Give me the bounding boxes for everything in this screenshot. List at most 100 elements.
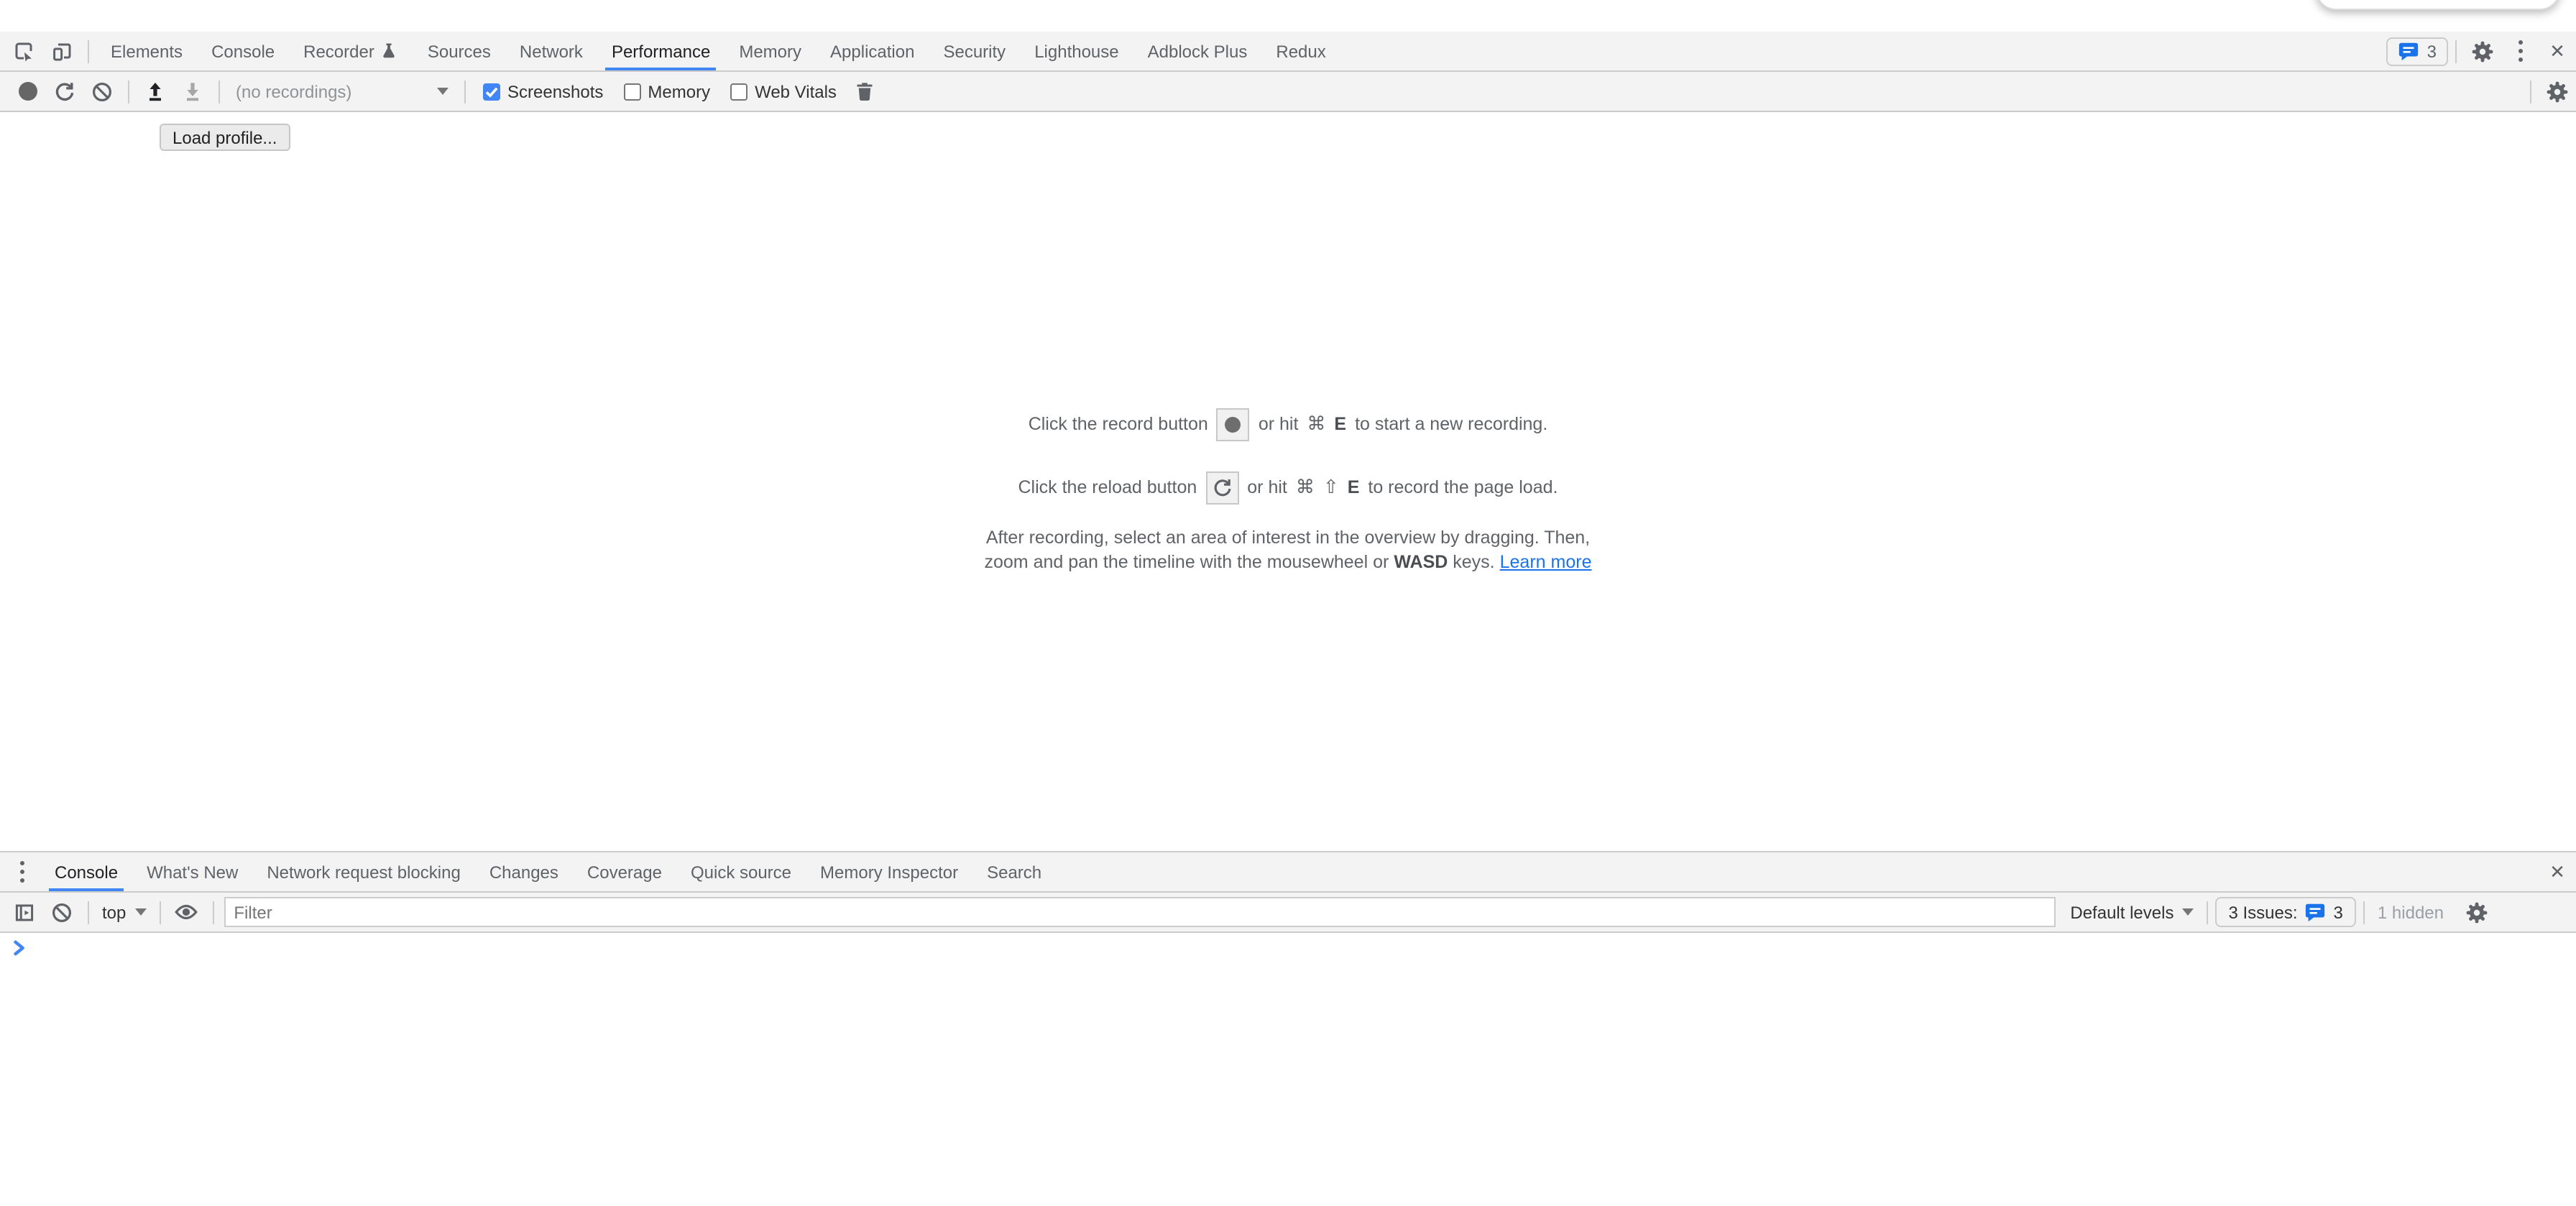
separator	[212, 901, 213, 924]
checkbox-checked-icon	[483, 83, 500, 100]
or-hit-text: or hit	[1259, 414, 1299, 434]
recordings-select[interactable]: (no recordings)	[227, 75, 457, 107]
clear-console-button[interactable]	[43, 893, 80, 931]
reload-instruction-suffix: to record the page load.	[1368, 477, 1558, 497]
tab-network[interactable]: Network	[508, 32, 594, 70]
console-prompt-chevron-icon	[12, 940, 27, 956]
console-sidebar-icon	[13, 901, 36, 924]
tab-sources[interactable]: Sources	[416, 32, 502, 70]
tab-console[interactable]: Console	[200, 32, 286, 70]
tooltip-text: Load profile...	[172, 127, 277, 147]
create-live-expression-button[interactable]	[167, 893, 205, 931]
drawer-menu-button[interactable]	[3, 853, 40, 890]
checkbox-unchecked-icon	[730, 83, 748, 100]
chevron-down-icon	[437, 88, 448, 95]
console-messages-area[interactable]	[0, 933, 2576, 1206]
popup-bottom-edge	[2316, 0, 2560, 10]
issues-chat-icon	[2398, 40, 2420, 62]
javascript-context-select[interactable]: top	[96, 902, 152, 922]
help-line2a: zoom and pan the timeline with the mouse…	[985, 551, 1389, 571]
record-button[interactable]	[9, 73, 46, 110]
learn-more-link[interactable]: Learn more	[1500, 551, 1592, 571]
tab-elements[interactable]: Elements	[99, 32, 194, 70]
separator	[2455, 40, 2457, 63]
checkbox-label: Screenshots	[507, 81, 603, 101]
garbage-collect-button[interactable]	[847, 73, 884, 110]
load-profile-tooltip: Load profile...	[160, 124, 290, 151]
upload-icon	[144, 80, 167, 103]
chevron-down-icon	[134, 908, 146, 916]
drawer-tabbar: Console What's New Network request block…	[0, 852, 2576, 893]
tab-redux[interactable]: Redux	[1264, 32, 1337, 70]
console-issues-button[interactable]: 3 Issues: 3	[2215, 897, 2355, 927]
console-settings-button[interactable]	[2458, 893, 2496, 931]
close-icon: ✕	[2549, 860, 2565, 883]
separator	[2530, 80, 2531, 103]
clear-recording-button[interactable]	[83, 73, 121, 110]
web-vitals-checkbox[interactable]: Web Vitals	[730, 81, 837, 101]
download-icon	[181, 80, 204, 103]
record-instruction-suffix: to start a new recording.	[1355, 414, 1547, 434]
e-key: E	[1348, 477, 1360, 497]
record-button-illustration[interactable]	[1217, 408, 1250, 441]
tab-memory[interactable]: Memory	[727, 32, 813, 70]
drawer-tab-memory-inspector[interactable]: Memory Inspector	[809, 852, 970, 891]
record-instruction-prefix: Click the record button	[1029, 414, 1208, 434]
separator	[88, 901, 89, 924]
drawer-tab-search[interactable]: Search	[975, 852, 1053, 891]
show-console-sidebar-button[interactable]	[6, 893, 43, 931]
console-filter-input[interactable]	[224, 897, 2056, 927]
reload-button-illustration[interactable]	[1205, 471, 1238, 504]
tab-label: Console	[211, 41, 275, 61]
tab-label: Memory	[739, 41, 801, 61]
wasd-keys: WASD	[1394, 551, 1448, 571]
tab-performance[interactable]: Performance	[600, 32, 722, 70]
devtools-drawer: Console What's New Network request block…	[0, 851, 2576, 1206]
reload-and-record-button[interactable]	[46, 73, 83, 110]
help-line2b: keys.	[1453, 551, 1494, 571]
tab-adblock-plus[interactable]: Adblock Plus	[1136, 32, 1259, 70]
issues-button-label: 3 Issues:	[2228, 902, 2297, 922]
separator	[159, 901, 160, 924]
tab-label: Quick source	[691, 862, 791, 882]
load-profile-button[interactable]	[137, 73, 174, 110]
record-icon	[1225, 416, 1241, 432]
drawer-tab-network-request-blocking[interactable]: Network request blocking	[255, 852, 472, 891]
tab-label: Performance	[612, 41, 710, 61]
close-devtools-button[interactable]: ✕	[2539, 32, 2576, 70]
close-drawer-button[interactable]: ✕	[2539, 853, 2576, 890]
save-profile-button[interactable]	[174, 73, 211, 110]
inspect-element-button[interactable]	[6, 32, 43, 70]
drawer-tab-console[interactable]: Console	[43, 852, 129, 891]
tab-label: Changes	[489, 862, 558, 882]
tab-lighthouse[interactable]: Lighthouse	[1023, 32, 1130, 70]
tab-application[interactable]: Application	[819, 32, 926, 70]
memory-checkbox[interactable]: Memory	[623, 81, 710, 101]
tab-security[interactable]: Security	[932, 32, 1017, 70]
performance-panel-body: Click the record button or hit ⌘ E to st…	[0, 112, 2576, 851]
toggle-device-toolbar-button[interactable]	[43, 32, 80, 70]
log-levels-select[interactable]: Default levels	[2064, 902, 2199, 922]
checkbox-label: Memory	[648, 81, 710, 101]
devtools-window: Elements Console Recorder Sources Networ…	[0, 0, 2576, 1206]
screenshots-checkbox[interactable]: Screenshots	[483, 81, 603, 101]
tab-label: Redux	[1276, 41, 1325, 61]
drawer-tab-quick-source[interactable]: Quick source	[679, 852, 803, 891]
tab-recorder[interactable]: Recorder	[292, 32, 410, 70]
clear-block-icon	[91, 80, 114, 103]
devtools-settings-button[interactable]	[2464, 32, 2501, 70]
eye-icon	[174, 900, 198, 924]
devtools-menu-button[interactable]	[2501, 32, 2539, 70]
or-hit-text: or hit	[1247, 477, 1287, 497]
drawer-tab-coverage[interactable]: Coverage	[576, 852, 673, 891]
reload-instruction-line: Click the reload button or hit ⌘ ⇧ E to …	[0, 470, 2576, 505]
drawer-tab-whats-new[interactable]: What's New	[135, 852, 249, 891]
trash-icon	[855, 80, 876, 102]
issues-counter-button[interactable]: 3	[2387, 37, 2448, 65]
tab-label: Search	[987, 862, 1041, 882]
separator	[2207, 901, 2208, 924]
drawer-tab-changes[interactable]: Changes	[478, 852, 570, 891]
console-toolbar: top Default levels 3 Issues: 3	[0, 893, 2576, 933]
capture-settings-button[interactable]	[2539, 73, 2576, 110]
tab-label: Coverage	[587, 862, 662, 882]
